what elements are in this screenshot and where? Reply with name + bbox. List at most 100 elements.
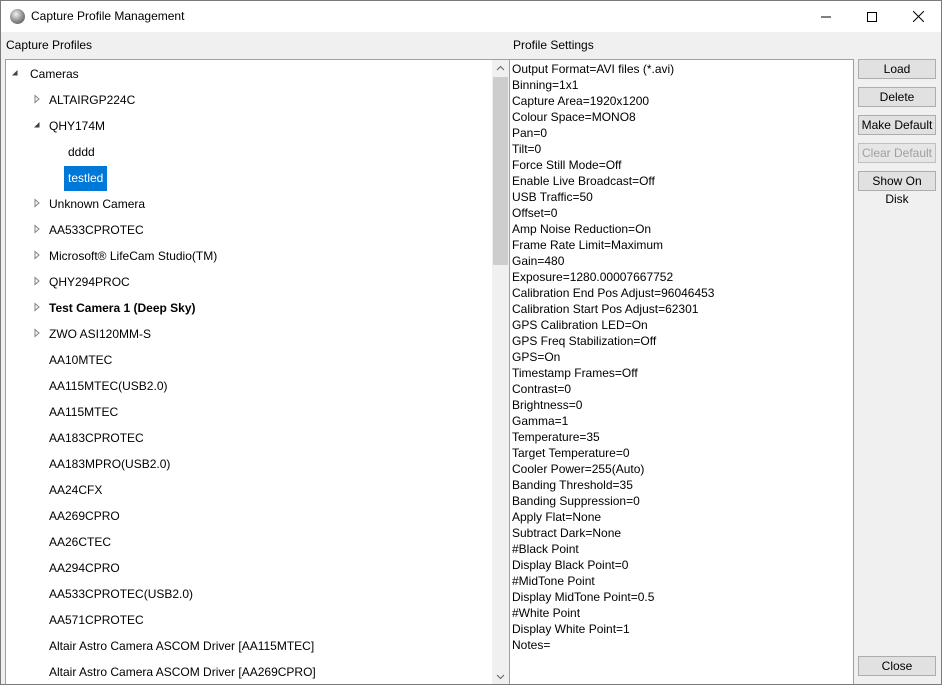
collapsed-arrow-icon[interactable]	[32, 302, 42, 312]
profile-settings-text[interactable]: Output Format=AVI files (*.avi) Binning=1…	[509, 59, 854, 684]
tree-item-label: AA533CPROTEC	[49, 223, 144, 237]
tree-item-label: Unknown Camera	[49, 197, 146, 211]
setting-line: Offset=0	[512, 206, 558, 220]
tree-item-zwo-asi120mm-s[interactable]: ZWO ASI120MM-S	[6, 321, 492, 347]
setting-line: Timestamp Frames=Off	[512, 366, 638, 380]
collapsed-arrow-icon[interactable]	[32, 224, 42, 234]
tree-item-testled[interactable]: testled	[6, 165, 492, 191]
tree-item-label: AA269CPRO	[49, 509, 120, 523]
tree-item-aa26ctec[interactable]: AA26CTEC	[6, 529, 492, 555]
collapsed-arrow-icon[interactable]	[32, 328, 42, 338]
tree-item-cameras[interactable]: Cameras	[6, 61, 492, 87]
setting-line: Binning=1x1	[512, 78, 579, 92]
tree-item-aa115mtec[interactable]: AA115MTEC	[6, 399, 492, 425]
setting-line: Calibration End Pos Adjust=96046453	[512, 286, 715, 300]
tree-item-altair-ascom-aa269cpro[interactable]: Altair Astro Camera ASCOM Driver [AA269C…	[6, 659, 492, 684]
tree-item-label: Altair Astro Camera ASCOM Driver [AA115M…	[49, 639, 315, 653]
setting-line: Notes=	[512, 638, 551, 652]
setting-line: Frame Rate Limit=Maximum	[512, 238, 664, 252]
show-on-disk-button[interactable]: Show On Disk	[858, 171, 936, 206]
scroll-down-icon	[496, 674, 505, 680]
tree-item-label: AA115MTEC(USB2.0)	[49, 379, 168, 393]
setting-line: Cooler Power=255(Auto)	[512, 462, 645, 476]
tree-item-aa269cpro[interactable]: AA269CPRO	[6, 503, 492, 529]
setting-line: Contrast=0	[512, 382, 572, 396]
tree-item-aa10mtec[interactable]: AA10MTEC	[6, 347, 492, 373]
setting-line: Gain=480	[512, 254, 565, 268]
setting-line: Calibration Start Pos Adjust=62301	[512, 302, 699, 316]
tree-item-label: QHY294PROC	[49, 275, 130, 289]
collapsed-arrow-icon[interactable]	[32, 198, 42, 208]
setting-line: Enable Live Broadcast=Off	[512, 174, 655, 188]
setting-line: Force Still Mode=Off	[512, 158, 622, 172]
tree-item-altairgp224c[interactable]: ALTAIRGP224C	[6, 87, 492, 113]
tree-item-label: Altair Astro Camera ASCOM Driver [AA269C…	[49, 665, 316, 679]
tree-item-unknown-camera[interactable]: Unknown Camera	[6, 191, 492, 217]
tree-item-aa115mtec-usb2[interactable]: AA115MTEC(USB2.0)	[6, 373, 492, 399]
tree-item-qhy174m[interactable]: QHY174M	[6, 113, 492, 139]
tree-item-label: AA10MTEC	[49, 353, 113, 367]
collapsed-arrow-icon[interactable]	[32, 94, 42, 104]
setting-line: Exposure=1280.00007667752	[512, 270, 674, 284]
tree-item-aa183cprotec[interactable]: AA183CPROTEC	[6, 425, 492, 451]
setting-line: Banding Suppression=0	[512, 494, 640, 508]
app-icon	[10, 9, 25, 24]
tree-item-qhy294proc[interactable]: QHY294PROC	[6, 269, 492, 295]
setting-line: Brightness=0	[512, 398, 583, 412]
setting-line: Output Format=AVI files (*.avi)	[512, 62, 675, 76]
setting-line: Temperature=35	[512, 430, 600, 444]
clear-default-button[interactable]: Clear Default	[858, 143, 936, 163]
setting-line: Colour Space=MONO8	[512, 110, 636, 124]
delete-button[interactable]: Delete	[858, 87, 936, 107]
close-window-button[interactable]	[895, 1, 941, 32]
load-button[interactable]: Load	[858, 59, 936, 79]
setting-line: Subtract Dark=None	[512, 526, 622, 540]
setting-line: Gamma=1	[512, 414, 569, 428]
setting-line: Display MidTone Point=0.5	[512, 590, 655, 604]
setting-line: GPS Freq Stabilization=Off	[512, 334, 657, 348]
tree-scrollbar[interactable]	[492, 60, 509, 684]
tree-item-altair-ascom-aa115mtec[interactable]: Altair Astro Camera ASCOM Driver [AA115M…	[6, 633, 492, 659]
setting-line: GPS=On	[512, 350, 561, 364]
tree-item-test-camera-1[interactable]: Test Camera 1 (Deep Sky)	[6, 295, 492, 321]
tree-item-aa533cprotec[interactable]: AA533CPROTEC	[6, 217, 492, 243]
tree-item-aa533cprotec-usb2[interactable]: AA533CPROTEC(USB2.0)	[6, 581, 492, 607]
maximize-button[interactable]	[849, 1, 895, 32]
tree-item-aa183mpro-usb2[interactable]: AA183MPRO(USB2.0)	[6, 451, 492, 477]
tree-item-microsoft-lifecam[interactable]: Microsoft® LifeCam Studio(TM)	[6, 243, 492, 269]
profile-tree[interactable]: Cameras ALTAIRGP224C QHY174M dddd testled Unk…	[5, 59, 511, 684]
collapsed-arrow-icon[interactable]	[32, 250, 42, 260]
scroll-thumb[interactable]	[493, 77, 508, 265]
scroll-up-button[interactable]	[492, 60, 509, 77]
setting-line: Capture Area=1920x1200	[512, 94, 650, 108]
setting-line: Amp Noise Reduction=On	[512, 222, 652, 236]
tree-item-label: AA294CPRO	[49, 561, 120, 575]
tree-item-label: QHY174M	[49, 119, 106, 133]
window-title: Capture Profile Management	[31, 9, 185, 23]
expanded-arrow-icon[interactable]	[32, 120, 42, 130]
minimize-icon	[821, 16, 831, 17]
tree-item-aa294cpro[interactable]: AA294CPRO	[6, 555, 492, 581]
tree-item-label: testled	[64, 166, 108, 191]
scroll-down-button[interactable]	[492, 668, 509, 684]
close-icon	[912, 11, 924, 22]
tree-item-label: ZWO ASI120MM-S	[49, 327, 152, 341]
tree-item-aa24cfx[interactable]: AA24CFX	[6, 477, 492, 503]
collapsed-arrow-icon[interactable]	[32, 276, 42, 286]
minimize-button[interactable]	[803, 1, 849, 32]
close-button[interactable]: Close	[858, 656, 936, 676]
tree-item-dddd[interactable]: dddd	[6, 139, 492, 165]
tree-item-label: Cameras	[30, 67, 79, 81]
tree-item-aa571cprotec[interactable]: AA571CPROTEC	[6, 607, 492, 633]
tree-item-label: AA183MPRO(USB2.0)	[49, 457, 171, 471]
expanded-arrow-icon[interactable]	[10, 68, 20, 78]
tree-item-label: Test Camera 1 (Deep Sky)	[49, 301, 196, 315]
title-bar[interactable]: Capture Profile Management	[1, 1, 941, 32]
setting-line: #White Point	[512, 606, 581, 620]
tree-item-label: dddd	[68, 145, 95, 159]
make-default-button[interactable]: Make Default	[858, 115, 936, 135]
setting-line: USB Traffic=50	[512, 190, 593, 204]
setting-line: Tilt=0	[512, 142, 542, 156]
capture-profiles-label: Capture Profiles	[6, 38, 93, 52]
tree-item-label: AA183CPROTEC	[49, 431, 144, 445]
